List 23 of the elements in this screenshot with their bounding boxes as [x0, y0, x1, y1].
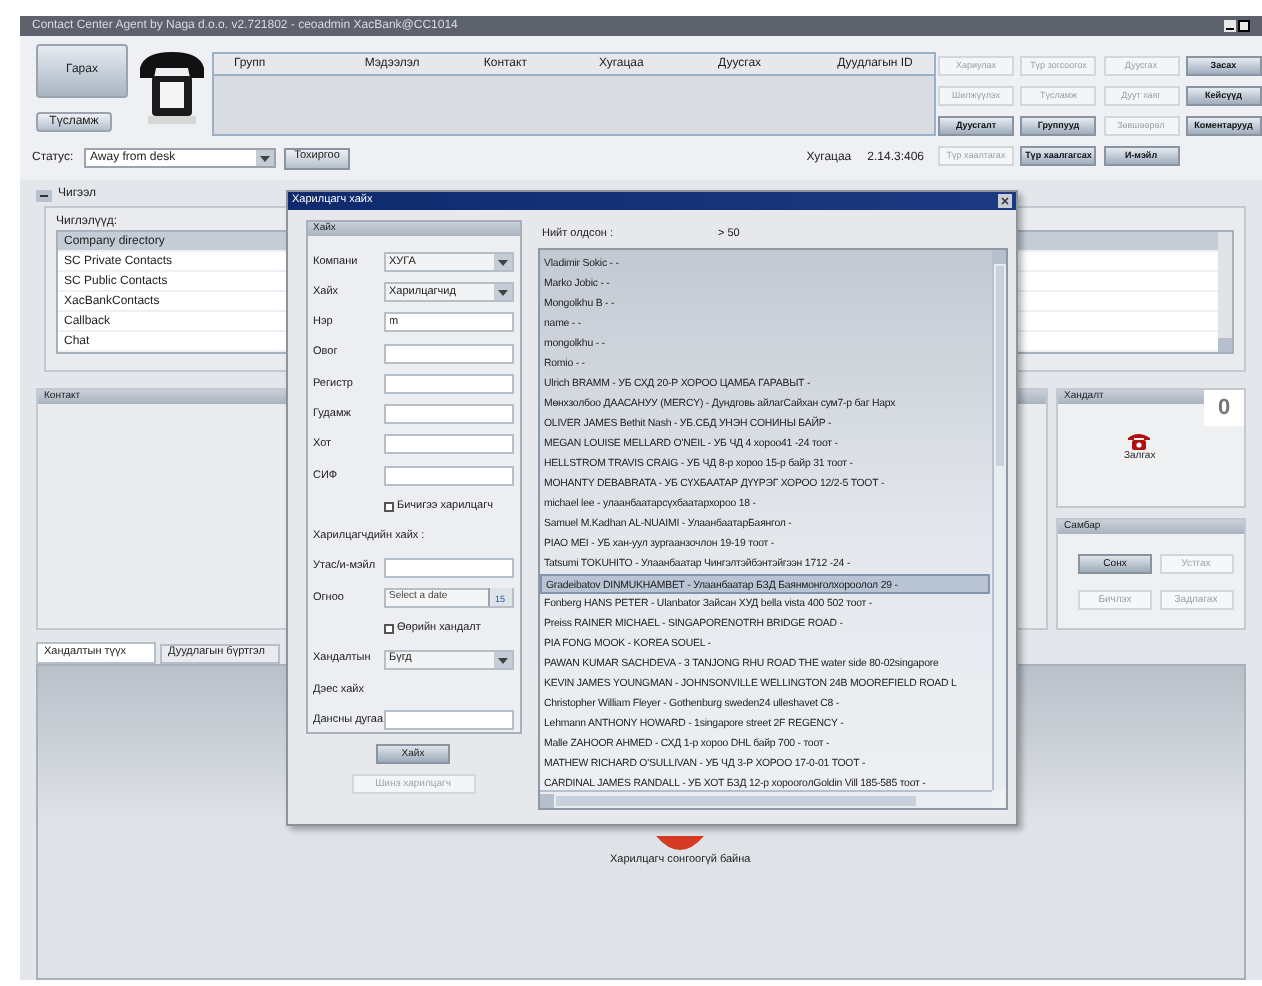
telephone-icon [136, 48, 208, 128]
checkbox[interactable] [383, 623, 393, 634]
counter: 0 [1204, 390, 1244, 426]
maximize-button[interactable] [1238, 20, 1250, 32]
input-field[interactable] [383, 710, 513, 731]
input-field[interactable] [383, 465, 513, 486]
input-field[interactable] [383, 434, 513, 455]
close-icon[interactable] [998, 194, 1012, 208]
checkbox[interactable] [383, 501, 393, 512]
scrollbar[interactable] [1218, 232, 1232, 352]
dropdown-arrow-icon [493, 253, 511, 270]
dropdown-arrow-icon [256, 150, 274, 166]
scrollbar[interactable] [540, 790, 992, 808]
minimize-button[interactable] [1224, 20, 1236, 32]
input-field[interactable] [383, 404, 513, 425]
dropdown-arrow-icon [493, 651, 511, 667]
input-field[interactable] [383, 557, 513, 578]
input-field[interactable] [383, 373, 513, 394]
collapse-toggle-icon[interactable] [36, 189, 52, 201]
scrollbar[interactable] [992, 250, 1006, 790]
telephone-icon [1128, 432, 1151, 450]
input-field[interactable] [383, 343, 513, 364]
dropdown-arrow-icon [493, 283, 511, 300]
